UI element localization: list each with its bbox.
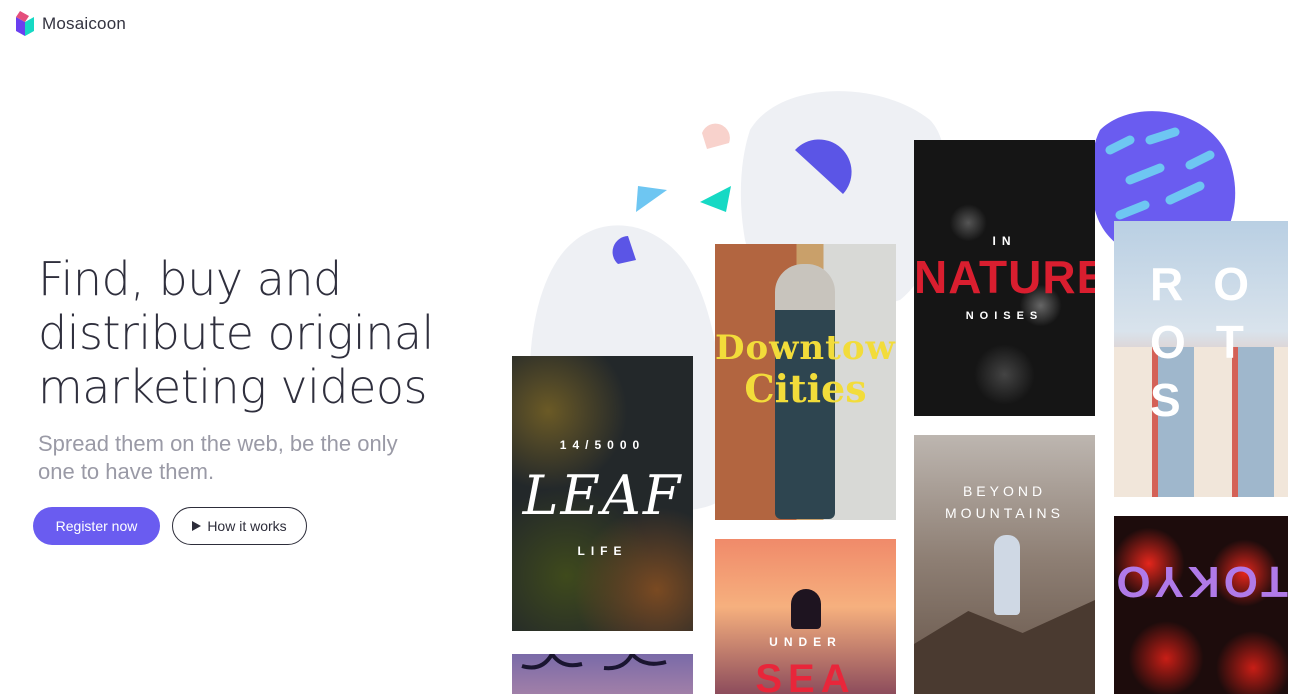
under-card-title: SEA [755, 657, 856, 694]
hero-title: Find, buy and distribute original market… [38, 252, 498, 414]
beyond-card-line1: BEYOND [962, 483, 1047, 499]
brand-name: Mosaicoon [42, 14, 127, 33]
leaf-card-subtitle: LIFE [577, 544, 628, 558]
how-it-works-label: How it works [207, 518, 287, 534]
how-it-works-button[interactable]: How it works [172, 507, 307, 545]
swimmer-silhouette [791, 589, 821, 629]
downtown-card-title-line2: Cities [744, 366, 867, 411]
video-card-downtown-cities[interactable]: Downtown Cities [715, 244, 896, 520]
video-card-roots[interactable]: ROOTS [1114, 221, 1288, 497]
video-card-beyond-mountains[interactable]: BEYOND MOUNTAINS [914, 435, 1095, 694]
leaf-card-title: LEAF [522, 464, 683, 527]
video-card-tokyo[interactable]: TOKYO [1114, 516, 1288, 694]
video-card-leaf-life[interactable]: 14/5000 LEAF LIFE [512, 356, 693, 631]
nature-card-title: NATURE [914, 251, 1095, 303]
roots-card-title: ROOTS [1150, 258, 1279, 426]
hero-subtitle: Spread them on the web, be the only one … [38, 430, 438, 486]
play-icon [192, 521, 202, 531]
video-card-nature-noises[interactable]: IN NATURE NOISES [914, 140, 1095, 416]
register-now-button[interactable]: Register now [33, 507, 160, 545]
leaf-card-counter: 14/5000 [559, 438, 646, 452]
palm-silhouette-icon [521, 654, 667, 671]
video-card-palms[interactable] [512, 654, 693, 694]
nature-card-prefix: IN [992, 234, 1017, 248]
hero-subtitle-line2: one to have them. [38, 459, 215, 484]
hero-title-line2: distribute original [38, 306, 434, 360]
under-card-subtitle: UNDER [769, 635, 842, 649]
downtown-card-title-line1: Downtown [715, 328, 896, 368]
video-card-under-sea[interactable]: UNDER SEA [715, 539, 896, 694]
brand-logo[interactable]: Mosaicoon [14, 11, 126, 37]
hero-subtitle-line1: Spread them on the web, be the only [38, 431, 398, 456]
nature-card-subtitle: NOISES [965, 310, 1044, 322]
tokyo-card-title: TOKYO [1114, 557, 1288, 606]
hero-title-line3: marketing videos [38, 360, 428, 414]
hiker-figure [994, 535, 1020, 615]
mosaicoon-logo-icon [16, 11, 34, 36]
beyond-card-line2: MOUNTAINS [945, 505, 1064, 521]
hero-title-line1: Find, buy and [38, 252, 342, 306]
